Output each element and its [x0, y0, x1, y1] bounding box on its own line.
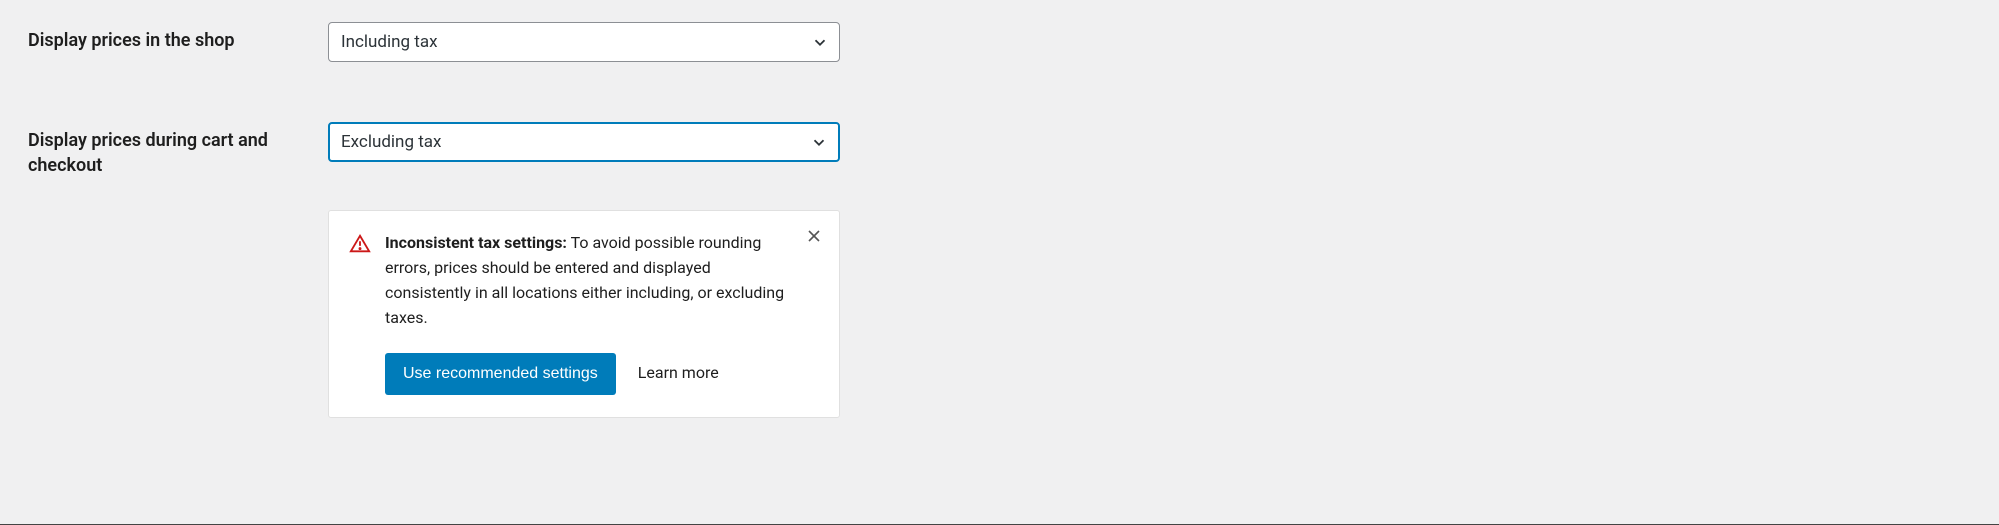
close-icon	[806, 228, 822, 244]
cart-prices-select[interactable]: Excluding tax	[328, 122, 840, 162]
setting-row-shop-prices: Display prices in the shop Including tax	[0, 6, 1999, 106]
use-recommended-button[interactable]: Use recommended settings	[385, 353, 616, 395]
notice-title: Inconsistent tax settings:	[385, 233, 567, 252]
chevron-down-icon	[810, 133, 828, 151]
chevron-down-icon	[811, 33, 829, 51]
setting-label: Display prices in the shop	[28, 22, 328, 53]
setting-label: Display prices during cart and checkout	[28, 122, 328, 178]
select-value: Including tax	[341, 32, 438, 52]
select-value: Excluding tax	[341, 132, 441, 152]
close-button[interactable]	[803, 225, 825, 247]
setting-row-cart-prices: Display prices during cart and checkout …	[0, 106, 1999, 198]
learn-more-link[interactable]: Learn more	[638, 361, 719, 386]
notice-text: Inconsistent tax settings: To avoid poss…	[385, 233, 784, 326]
shop-prices-select[interactable]: Including tax	[328, 22, 840, 62]
warning-notice: Inconsistent tax settings: To avoid poss…	[328, 210, 840, 417]
warning-icon	[349, 233, 371, 255]
